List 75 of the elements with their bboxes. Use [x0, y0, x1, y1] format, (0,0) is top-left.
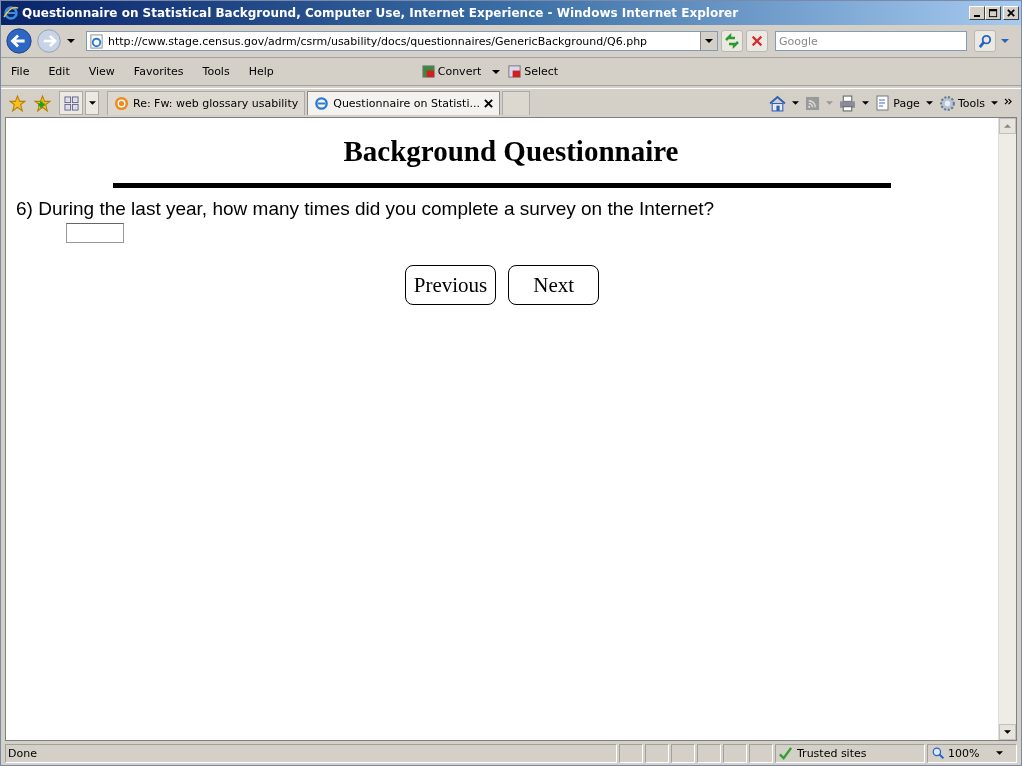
- back-button[interactable]: [5, 27, 33, 55]
- tab-label: Questionnaire on Statisti...: [333, 97, 480, 110]
- caret-icon[interactable]: [67, 39, 75, 43]
- maximize-button[interactable]: [985, 6, 1001, 20]
- menu-item[interactable]: Tools: [198, 65, 230, 78]
- status-pane: [671, 743, 695, 763]
- question-text: 6) During the last year, how many times did you complete a survey on the Internet?: [16, 198, 715, 220]
- minimize-icon: [974, 15, 980, 17]
- minimize-button[interactable]: [969, 6, 985, 20]
- document-icon: [420, 64, 436, 79]
- browser-tab[interactable]: Re: Fw: web glossary usability: [107, 91, 306, 115]
- back-icon: [5, 27, 33, 55]
- refresh-icon: [724, 33, 740, 49]
- gear-icon: [938, 94, 956, 112]
- browser-logo-icon: [3, 5, 19, 21]
- page-heading: Background Questionnaire: [343, 135, 679, 168]
- status-pane: [723, 743, 747, 763]
- home-icon[interactable]: [769, 94, 787, 112]
- close-icon: [1006, 8, 1016, 18]
- status-pane: [697, 743, 721, 763]
- toolbar-button[interactable]: Select: [505, 64, 561, 79]
- dropdown-button[interactable]: [700, 32, 717, 50]
- nav-button[interactable]: Next: [508, 265, 600, 305]
- caret-icon[interactable]: [925, 101, 933, 105]
- menu-item[interactable]: Help: [244, 65, 274, 78]
- window-title: Questionnaire on Statistical Background, Computer Use, Internet Experience - Windows Internet Explorer: [22, 6, 740, 20]
- maximize-icon: [988, 8, 998, 18]
- chevron-icon[interactable]: [1004, 97, 1013, 105]
- menu-item[interactable]: Edit: [44, 65, 70, 78]
- close-icon[interactable]: [483, 99, 493, 108]
- page-icon: [89, 33, 104, 49]
- toolbar-button[interactable]: Page: [875, 95, 920, 111]
- grid-icon: [63, 95, 79, 111]
- menu-item[interactable]: Favorites: [129, 65, 184, 78]
- tab-list-button[interactable]: [85, 91, 99, 115]
- checkmark-icon: [778, 745, 793, 761]
- menu-item[interactable]: File: [7, 65, 30, 78]
- zone-label: Trusted sites: [797, 746, 867, 760]
- arrow-down-icon: [1004, 730, 1011, 734]
- close-icon: [750, 34, 764, 48]
- caret-icon[interactable]: [991, 101, 998, 105]
- star-icon[interactable]: [9, 94, 26, 112]
- forward-icon: [36, 28, 62, 54]
- toolbar-button[interactable]: Convert: [418, 64, 484, 79]
- answer-field[interactable]: [66, 223, 124, 243]
- browser-logo-icon: [314, 96, 330, 111]
- stop-button[interactable]: [746, 30, 768, 52]
- menu-item[interactable]: View: [84, 65, 115, 78]
- status-pane: [619, 743, 643, 763]
- caret-icon[interactable]: [492, 69, 501, 74]
- address-field[interactable]: http://cww.stage.census.gov/adrm/csrm/usability/docs/questionnaires/GenericBackground/Q6.php: [86, 31, 718, 51]
- tab-label: Re: Fw: web glossary usability: [133, 97, 299, 110]
- arrow-up-icon: [1004, 124, 1011, 128]
- printer-icon[interactable]: [839, 94, 857, 112]
- caret-icon: [705, 39, 713, 43]
- vertical-scrollbar[interactable]: [998, 118, 1016, 740]
- nav-button[interactable]: Previous: [404, 265, 497, 305]
- toolbar-button[interactable]: Tools: [938, 94, 985, 112]
- caret-icon[interactable]: [862, 101, 870, 105]
- zoom-icon: [932, 746, 945, 760]
- search-icon: [977, 33, 993, 49]
- status-text: Done: [5, 743, 617, 763]
- page-icon: [875, 95, 892, 111]
- zoom-button[interactable]: 100%: [927, 743, 1017, 763]
- document-icon: [507, 64, 523, 79]
- caret-icon: [88, 101, 96, 105]
- search-button[interactable]: [974, 30, 996, 52]
- browser-tab[interactable]: Questionnaire on Statisti...: [307, 91, 500, 115]
- caret-icon: [996, 751, 1004, 755]
- close-button[interactable]: [1003, 6, 1019, 20]
- quick-tabs-button[interactable]: [59, 91, 83, 115]
- status-pane: [645, 743, 669, 763]
- caret-icon[interactable]: [792, 101, 800, 105]
- status-pane: [749, 743, 773, 763]
- search-field[interactable]: Google: [775, 31, 967, 51]
